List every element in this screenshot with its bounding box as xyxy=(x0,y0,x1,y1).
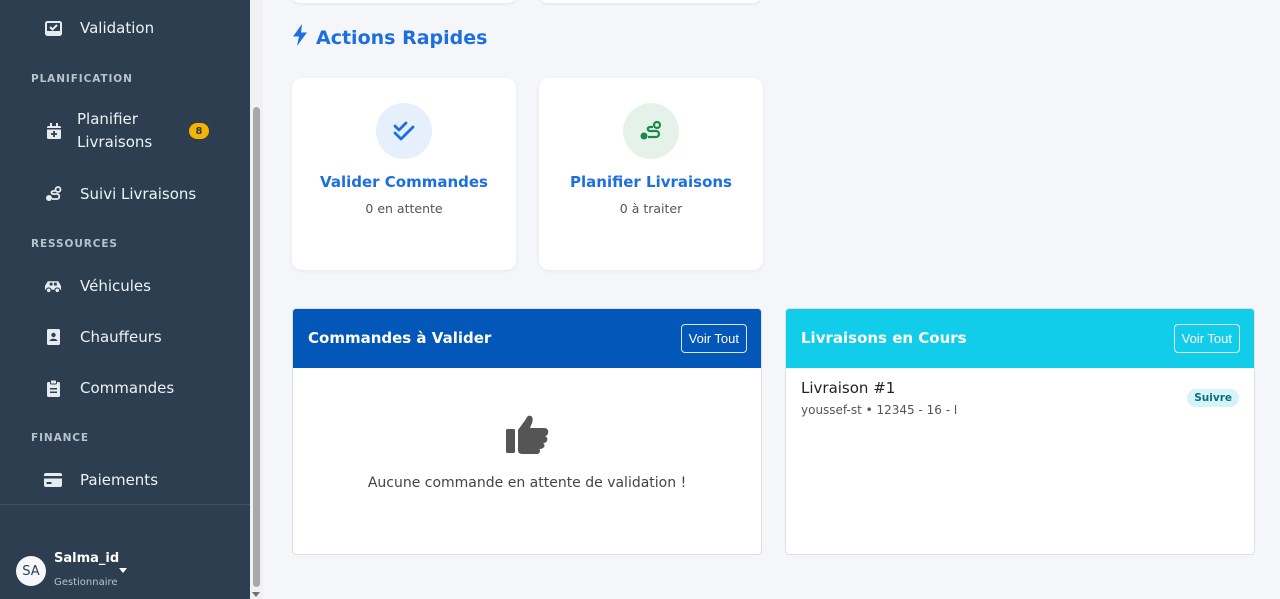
id-badge-icon xyxy=(44,328,62,346)
section-finance: FINANCE xyxy=(31,432,89,444)
double-check-icon xyxy=(376,103,432,159)
panel-livraisons-en-cours: Livraisons en Cours Voir Tout Livraison … xyxy=(785,308,1255,555)
suivre-badge-button[interactable]: Suivre xyxy=(1187,389,1239,407)
list-item-title: Livraison #1 xyxy=(801,379,896,397)
sidebar-item-label-line1: Planifier xyxy=(77,110,138,128)
sidebar-item-label: Suivi Livraisons xyxy=(80,185,197,203)
sidebar-item-chauffeurs[interactable]: Chauffeurs xyxy=(0,325,250,349)
panel-commandes-a-valider: Commandes à Valider Voir Tout Aucune com… xyxy=(292,308,762,555)
credit-card-icon xyxy=(44,471,62,489)
panel-title: Commandes à Valider xyxy=(308,329,492,347)
user-name[interactable]: Salma_id xyxy=(54,551,119,566)
stat-card-partial xyxy=(292,0,516,3)
panel-header: Livraisons en Cours Voir Tout xyxy=(786,309,1254,368)
inbox-check-icon xyxy=(44,19,62,37)
route-icon xyxy=(623,103,679,159)
stat-card-partial xyxy=(539,0,761,3)
quick-action-planifier-livraisons[interactable]: Planifier Livraisons 0 à traiter xyxy=(539,78,763,270)
voir-tout-button[interactable]: Voir Tout xyxy=(680,324,747,353)
sidebar-item-label: Paiements xyxy=(80,471,159,489)
section-title-text: Actions Rapides xyxy=(316,26,488,49)
list-item-details: youssef-st • 12345 - 16 - ا xyxy=(801,403,958,417)
route-icon xyxy=(44,185,62,203)
user-role: Gestionnaire xyxy=(54,577,118,588)
sidebar-item-label: Chauffeurs xyxy=(80,328,162,346)
avatar[interactable]: SA xyxy=(16,556,46,586)
truck-icon xyxy=(44,277,62,295)
section-title-actions-rapides: Actions Rapides xyxy=(292,24,487,51)
count-badge: 8 xyxy=(189,123,209,139)
quick-action-subtitle: 0 à traiter xyxy=(619,201,683,216)
quick-action-subtitle: 0 en attente xyxy=(365,201,443,216)
thumbs-up-icon xyxy=(504,413,552,459)
section-planification: PLANIFICATION xyxy=(31,73,133,85)
sidebar-item-label-line2: Livraisons xyxy=(77,133,153,151)
empty-state-message: Aucune commande en attente de validation… xyxy=(367,475,687,491)
chevron-down-icon[interactable] xyxy=(119,568,127,573)
sidebar-item-validation[interactable]: Validation xyxy=(0,16,250,40)
calendar-plus-icon xyxy=(45,122,63,140)
sidebar-item-label: Validation xyxy=(80,19,155,37)
sidebar-item-label: Véhicules xyxy=(80,277,151,295)
sidebar-item-commandes[interactable]: Commandes xyxy=(0,376,250,400)
sidebar-item-planifier-livraisons[interactable]: Planifier Livraisons 8 xyxy=(0,108,250,154)
quick-action-title: Planifier Livraisons xyxy=(570,173,732,191)
sidebar-divider xyxy=(0,504,250,505)
quick-action-valider-commandes[interactable]: Valider Commandes 0 en attente xyxy=(292,78,516,270)
quick-action-title: Valider Commandes xyxy=(320,173,488,191)
section-ressources: RESSOURCES xyxy=(31,238,118,250)
clipboard-icon xyxy=(44,379,62,397)
sidebar-item-paiements[interactable]: Paiements xyxy=(0,468,250,492)
scroll-down-arrow-icon[interactable] xyxy=(252,592,260,597)
panel-title: Livraisons en Cours xyxy=(801,329,967,347)
sidebar-item-vehicules[interactable]: Véhicules xyxy=(0,274,250,298)
sidebar-item-label: Commandes xyxy=(80,379,175,397)
bolt-icon xyxy=(292,24,308,51)
scrollbar-thumb[interactable] xyxy=(253,107,260,587)
panel-header: Commandes à Valider Voir Tout xyxy=(293,309,761,368)
sidebar: Validation PLANIFICATION Planifier Livra… xyxy=(0,0,250,599)
voir-tout-button[interactable]: Voir Tout xyxy=(1173,324,1240,353)
sidebar-item-suivi-livraisons[interactable]: Suivi Livraisons xyxy=(0,182,250,206)
